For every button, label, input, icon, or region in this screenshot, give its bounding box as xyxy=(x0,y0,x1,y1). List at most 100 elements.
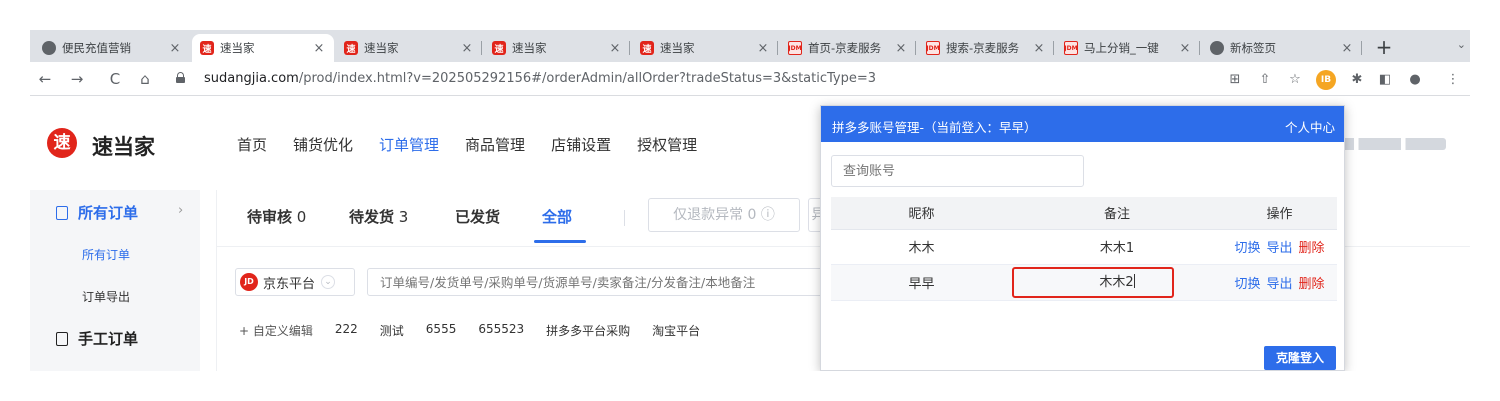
reload-icon[interactable]: C xyxy=(104,68,126,90)
platform-select[interactable]: JD 京东平台 ⌄ xyxy=(235,268,355,296)
tab-title: 新标签页 xyxy=(1230,41,1276,55)
sudangjia-favicon-icon: 速 xyxy=(200,41,214,55)
tab-separator xyxy=(1361,41,1362,55)
sidebar-item-all-orders[interactable]: 所有订单 xyxy=(82,246,130,263)
popup-header: 拼多多账号管理-（当前登入：早早） 个人中心 xyxy=(821,106,1344,142)
new-tab-button[interactable]: + xyxy=(1370,34,1398,62)
tab-count: 3 xyxy=(398,208,409,226)
url-path: /prod/index.html?v=202505292156#/orderAd… xyxy=(298,71,877,86)
side-panel-icon[interactable]: ◧ xyxy=(1376,71,1394,89)
tab-shipped[interactable]: 已发货 xyxy=(455,206,500,227)
export-link[interactable]: 导出 xyxy=(1266,237,1292,256)
orders-icon xyxy=(56,206,68,220)
browser-tab[interactable]: 速 速当家 × xyxy=(336,34,482,62)
tab-title: 速当家 xyxy=(220,41,255,55)
chevron-right-icon[interactable]: › xyxy=(178,203,183,218)
app-name: 速当家 xyxy=(92,135,155,159)
profile-icon[interactable]: ● xyxy=(1406,71,1424,89)
note-cell-editing[interactable]: 木木2 xyxy=(1012,264,1222,301)
browser-tab[interactable]: JDM 搜索-京麦服务 × xyxy=(918,34,1054,62)
note-edit-field[interactable]: 木木2 xyxy=(1012,265,1222,300)
tab-count: 0 xyxy=(296,208,307,226)
address-bar[interactable]: sudangjia.com/prod/index.html?v=20250529… xyxy=(168,66,1436,92)
popup-title: 拼多多账号管理-（当前登入：早早） xyxy=(832,120,1037,135)
switch-link[interactable]: 切换 xyxy=(1234,237,1260,256)
tab-separator xyxy=(481,41,482,55)
table-row: 早早 木木2 切换 导出 删除 xyxy=(831,264,1337,301)
table-row: 木木 木木1 切换 导出 删除 xyxy=(831,229,1337,265)
sidebar-section-label: 手工订单 xyxy=(78,330,139,348)
tab-title: 速当家 xyxy=(660,41,695,55)
close-tab-icon[interactable]: × xyxy=(1032,41,1046,56)
tab-title: 速当家 xyxy=(364,41,399,55)
logo-icon: 速 xyxy=(47,128,77,158)
close-tab-icon[interactable]: × xyxy=(168,41,182,56)
browser-tab[interactable]: 便民充值营销 × xyxy=(34,34,190,62)
custom-edit-tag[interactable]: + 自定义编辑 xyxy=(239,322,313,339)
extensions-puzzle-icon[interactable]: ✱ xyxy=(1348,71,1366,89)
back-icon[interactable]: ← xyxy=(34,68,56,90)
close-tab-icon[interactable]: × xyxy=(1178,41,1192,56)
tab-pending-ship[interactable]: 待发货 3 xyxy=(349,206,408,227)
order-search-input[interactable] xyxy=(367,268,827,296)
browser-tab[interactable]: 速 速当家 × xyxy=(484,34,630,62)
tab-separator xyxy=(629,41,630,55)
browser-tab[interactable]: 新标签页 × xyxy=(1202,34,1362,62)
share-icon[interactable]: ⇧ xyxy=(1256,71,1274,89)
filter-tag[interactable]: 222 xyxy=(335,322,358,339)
browser-tab-active[interactable]: 速 速当家 × xyxy=(192,34,334,62)
personal-center-link[interactable]: 个人中心 xyxy=(1285,117,1335,136)
tab-label: 待发货 xyxy=(349,208,395,226)
filter-tag[interactable]: 655523 xyxy=(478,322,524,339)
sidebar-section-manual-orders[interactable]: 手工订单 xyxy=(56,328,138,349)
sidebar-section-all-orders[interactable]: 所有订单 xyxy=(56,202,138,223)
filter-tag[interactable]: 拼多多平台采购 xyxy=(546,322,630,339)
menu-icon[interactable]: ⋮ xyxy=(1444,71,1462,89)
home-icon[interactable]: ⌂ xyxy=(134,68,156,90)
chevron-down-icon: ⌄ xyxy=(321,275,336,289)
nav-home[interactable]: 首页 xyxy=(237,134,267,155)
nav-listing-optimization[interactable]: 铺货优化 xyxy=(293,134,353,155)
tab-search-icon[interactable]: ⌄ xyxy=(1457,38,1466,51)
filter-tag[interactable]: 6555 xyxy=(426,322,457,339)
tab-all[interactable]: 全部 xyxy=(542,206,572,227)
export-link[interactable]: 导出 xyxy=(1266,273,1292,292)
close-tab-icon[interactable]: × xyxy=(460,41,474,56)
bookmark-star-icon[interactable]: ☆ xyxy=(1286,71,1304,89)
close-tab-icon[interactable]: × xyxy=(894,41,908,56)
nav-authorization[interactable]: 授权管理 xyxy=(637,134,697,155)
extension-badge-icon[interactable]: IB xyxy=(1316,70,1336,90)
translate-icon[interactable]: ⊞ xyxy=(1226,71,1244,89)
delete-link[interactable]: 删除 xyxy=(1299,273,1325,292)
tab-separator xyxy=(777,41,778,55)
tab-title: 速当家 xyxy=(512,41,547,55)
delete-link[interactable]: 删除 xyxy=(1299,237,1325,256)
browser-tab[interactable]: JDM 首页-京麦服务 × xyxy=(780,34,916,62)
account-search-input[interactable] xyxy=(831,155,1084,187)
sidebar-item-order-export[interactable]: 订单导出 xyxy=(82,288,130,305)
tab-strip: 便民充值营销 × 速 速当家 × 速 速当家 × 速 速当家 × 速 速当家 ×… xyxy=(30,30,1470,62)
close-tab-icon[interactable]: × xyxy=(1340,41,1354,56)
nav-shop-settings[interactable]: 店铺设置 xyxy=(551,134,611,155)
nav-order-management[interactable]: 订单管理 xyxy=(379,134,439,155)
close-tab-icon[interactable]: × xyxy=(312,41,326,56)
nav-product-management[interactable]: 商品管理 xyxy=(465,134,525,155)
note-cell[interactable]: 木木1 xyxy=(1012,229,1222,265)
divider xyxy=(624,210,625,226)
close-tab-icon[interactable]: × xyxy=(756,41,770,56)
browser-tab[interactable]: JDM 马上分销_一键 × xyxy=(1056,34,1200,62)
browser-tab[interactable]: 速 速当家 × xyxy=(632,34,778,62)
tab-pending-review[interactable]: 待审核 0 xyxy=(247,206,306,227)
switch-link[interactable]: 切换 xyxy=(1234,273,1260,292)
filter-tag[interactable]: 测试 xyxy=(380,322,404,339)
forward-icon[interactable]: → xyxy=(66,68,88,90)
close-tab-icon[interactable]: × xyxy=(608,41,622,56)
main-nav: 首页 铺货优化 订单管理 商品管理 店铺设置 授权管理 xyxy=(237,134,723,155)
clone-login-button[interactable]: 克隆登入 xyxy=(1264,346,1336,370)
filter-tag[interactable]: 淘宝平台 xyxy=(652,322,700,339)
url-text: sudangjia.com/prod/index.html?v=20250529… xyxy=(204,71,876,86)
column-header-note: 备注 xyxy=(1012,197,1222,230)
active-tab-indicator xyxy=(534,240,586,243)
refund-exception-button[interactable]: 仅退款异常 0 ⓘ xyxy=(648,198,800,232)
actions-cell: 切换 导出 删除 xyxy=(1222,264,1337,301)
